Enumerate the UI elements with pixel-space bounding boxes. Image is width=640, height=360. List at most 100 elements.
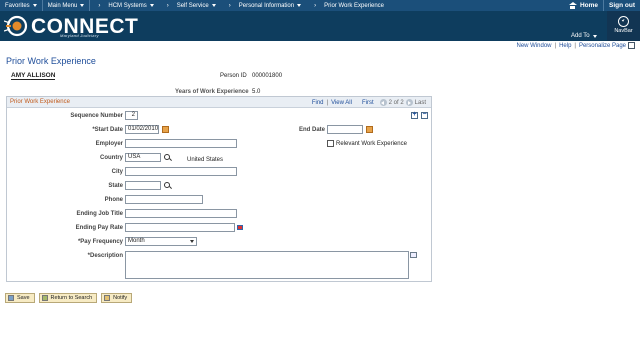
spell-check-icon[interactable] [410,252,417,258]
main-menu-label: Main Menu [47,2,78,9]
page-title: Prior Work Experience [6,56,96,66]
return-label: Return to Search [50,295,93,301]
chevron-down-icon [32,4,37,7]
breadcrumb-separator-icon: › [98,2,101,9]
sign-out-label: Sign out [609,2,635,9]
navbar-label: NavBar [614,28,633,34]
country-field[interactable]: USA [125,153,161,162]
pay-frequency-select[interactable]: Month [125,237,197,246]
breadcrumb-label: HCM Systems [108,2,147,9]
delete-row-button[interactable]: − [421,111,428,119]
divider [89,0,91,11]
action-buttons: Save Return to Search Notify [5,293,133,303]
return-to-search-button[interactable]: Return to Search [38,293,98,303]
save-label: Save [17,295,30,301]
save-icon [8,295,14,301]
link-separator: | [326,99,329,106]
chevron-down-icon [592,34,597,38]
breadcrumb-separator-icon: › [228,2,231,9]
city-label: City [111,169,123,175]
calendar-icon[interactable] [162,126,169,133]
previous-arrow-icon[interactable] [379,99,387,106]
page-links: New Window | Help | Personalize Page [516,43,626,49]
chevron-down-icon [297,4,302,7]
main-menu[interactable]: Main Menu [43,3,90,9]
breadcrumb-separator-icon: › [166,2,169,9]
employer-field[interactable] [125,139,237,148]
favorites-menu[interactable]: Favorites [0,3,42,9]
city-field[interactable] [125,167,237,176]
ending-job-title-field[interactable] [125,209,237,218]
compass-icon [618,16,629,27]
ending-job-title-label: Ending Job Title [76,211,123,217]
breadcrumb-personal-information[interactable]: Personal Information [234,3,306,9]
relevant-work-experience-checkbox[interactable] [327,140,334,147]
description-textarea[interactable] [125,251,409,279]
navbar-button[interactable]: NavBar [607,11,640,41]
calendar-icon[interactable] [366,126,373,133]
add-to-menu[interactable]: Add To [571,33,597,39]
employee-name: AMY ALLISON [11,72,56,80]
chevron-down-icon [80,4,85,7]
link-separator: | [554,43,557,49]
chevron-down-icon [190,240,194,243]
breadcrumb-self-service[interactable]: Self Service [172,3,221,9]
sequence-number-label: Sequence Number [70,113,123,119]
chevron-down-icon [149,4,154,7]
person-id-label: Person ID [220,73,247,79]
personalize-page-link[interactable]: Personalize Page [579,43,626,49]
grid-navigation: Find | View All First 2 of 2 Last [312,99,426,106]
chevron-down-icon [211,4,216,7]
home-link[interactable]: Home [564,2,603,9]
years-experience-label: Years of Work Experience [175,89,249,95]
notify-button[interactable]: Notify [101,293,133,303]
find-link[interactable]: Find [312,100,324,106]
grid-title: Prior Work Experience [10,99,70,105]
top-navigation-bar: Favorites Main Menu › HCM Systems › Self… [0,0,640,11]
search-icon[interactable] [164,182,171,189]
add-to-label: Add To [571,33,590,39]
breadcrumb-label: Self Service [176,2,209,9]
end-date-label: End Date [298,127,325,133]
end-date-field[interactable] [327,125,363,134]
breadcrumb-hcm-systems[interactable]: HCM Systems [103,3,158,9]
phone-field[interactable] [125,195,203,204]
employer-label: Employer [95,141,123,147]
banner: CONNECT Maryland Judiciary Add To [0,11,640,41]
country-label: Country [100,155,123,161]
home-label: Home [579,2,598,9]
breadcrumb-separator-icon: › [314,2,317,9]
breadcrumb-prior-work-experience[interactable]: Prior Work Experience [319,3,389,9]
last-link[interactable]: Last [415,100,426,106]
pay-frequency-label: *Pay Frequency [77,239,123,245]
notify-label: Notify [113,295,128,301]
breadcrumb-label: Personal Information [238,2,295,9]
start-date-label: *Start Date [92,127,123,133]
home-icon [568,2,577,9]
first-link[interactable]: First [362,100,374,106]
sequence-number-field[interactable]: 2 [125,111,138,120]
start-date-field[interactable]: 01/02/2010 [125,125,159,134]
new-window-link[interactable]: New Window [516,43,551,49]
help-link[interactable]: Help [559,43,571,49]
phone-label: Phone [104,197,123,203]
years-experience-value: 5.0 [252,89,261,95]
state-label: State [108,183,123,189]
row-position: 2 of 2 [388,99,404,106]
new-window-icon[interactable] [628,42,635,49]
ending-pay-rate-label: Ending Pay Rate [75,225,123,231]
search-icon[interactable] [164,154,171,161]
grid-header: Prior Work Experience Find | View All Fi… [7,97,431,108]
country-description: United States [187,157,224,163]
next-arrow-icon[interactable] [405,99,413,106]
state-field[interactable] [125,181,161,190]
sign-out-link[interactable]: Sign out [604,2,640,9]
ending-pay-rate-field[interactable] [125,223,235,232]
add-row-button[interactable]: + [411,111,418,119]
notify-icon [104,295,111,301]
view-all-link[interactable]: View All [331,100,352,106]
favorites-label: Favorites [5,2,30,9]
breadcrumb-label: Prior Work Experience [324,2,385,9]
return-icon [41,295,48,301]
save-button[interactable]: Save [5,293,35,303]
